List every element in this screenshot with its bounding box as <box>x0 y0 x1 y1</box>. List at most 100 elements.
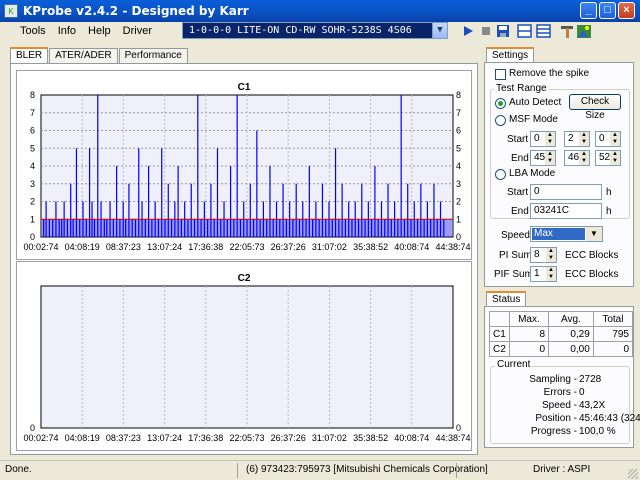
disc-info: (6) 973423:795973 [Mitsubishi Chemicals … <box>246 464 488 475</box>
msf-end-sec[interactable]: 46 ▲ ▼ <box>564 150 590 166</box>
x-tick-label: 31:07:02 <box>312 433 347 443</box>
tab-bler[interactable]: BLER <box>10 47 49 64</box>
resize-grip[interactable] <box>628 469 638 479</box>
y-tick-label-left: 1 <box>30 214 35 224</box>
lba-start-label: Start <box>507 187 529 198</box>
tab-status[interactable]: Status <box>486 291 527 306</box>
x-tick-label: 44:38:74 <box>435 242 470 252</box>
remove-spike-label: Remove the spike <box>509 68 590 79</box>
table-row: C1 8 0,29 795 <box>489 326 634 342</box>
check-size-button[interactable]: Check Size <box>569 94 621 121</box>
y-tick-label-left: 4 <box>30 161 35 171</box>
y-tick-label-right: 6 <box>456 126 461 136</box>
lba-end-unit: h <box>606 206 612 217</box>
x-tick-label: 40:08:74 <box>394 242 429 252</box>
c2-plot: 0 000:02:74 04:08:19 08:37:23 13:07:24 17:36:… <box>23 285 471 443</box>
status-bar: Done. (6) 973423:795973 [Mitsubishi Chem… <box>0 460 640 480</box>
msf-mode-label: MSF Mode <box>509 114 558 125</box>
minimize-button[interactable]: _ <box>580 2 597 19</box>
lba-end-label: End <box>511 206 529 217</box>
status-text: Done. <box>5 464 32 475</box>
x-tick-label: 04:08:19 <box>65 242 100 252</box>
title-bar: K KProbe v2.4.2 - Designed by Karr _ □ × <box>0 0 640 22</box>
play-icon[interactable] <box>460 23 476 39</box>
pi-sum-stepper[interactable]: 8 ▲ ▼ <box>530 247 557 263</box>
chart-tabs: BLER ATER/ADER Performance <box>10 47 189 64</box>
stop-icon[interactable] <box>478 23 494 39</box>
x-tick-label: 35:38:52 <box>353 433 388 443</box>
lba-start-unit: h <box>606 187 612 198</box>
msf-start-sec[interactable]: 2 ▲ ▼ <box>564 131 590 147</box>
lba-start-input[interactable]: 0 <box>530 184 602 200</box>
x-tick-label: 04:08:19 <box>65 433 100 443</box>
tab-ater-ader[interactable]: ATER/ADER <box>49 48 118 64</box>
remove-spike-checkbox[interactable] <box>495 69 506 80</box>
tab-settings[interactable]: Settings <box>486 47 535 62</box>
x-tick-label: 13:07:24 <box>147 433 182 443</box>
menu-tools[interactable]: Tools <box>20 25 46 37</box>
layout-single-icon[interactable] <box>516 23 532 39</box>
speed-label: Speed <box>501 230 530 241</box>
baseline-errors <box>42 219 452 237</box>
x-tick-label: 44:38:74 <box>435 433 470 443</box>
status-header-blank <box>489 311 510 327</box>
pif-ecc-blocks-label: ECC Blocks <box>565 269 619 280</box>
y-tick-label-left: 0 <box>30 232 35 242</box>
x-tick-label: 31:07:02 <box>312 242 347 252</box>
x-tick-label: 40:08:74 <box>394 433 429 443</box>
c1-chart-title: C1 <box>237 82 251 93</box>
msf-end-min[interactable]: 45 ▲ ▼ <box>530 150 556 166</box>
msf-start-frame[interactable]: 0 ▲ ▼ <box>595 131 621 147</box>
msf-mode-radio[interactable] <box>495 115 506 126</box>
chevron-down-icon[interactable]: ▼ <box>586 227 602 241</box>
menu-help[interactable]: Help <box>88 25 111 37</box>
tab-performance[interactable]: Performance <box>118 48 188 64</box>
y-tick-label-left: 7 <box>30 108 35 118</box>
c2-chart: C2 0 0 00:02:74 04:08:19 08:37:23 13:07:24 17:… <box>16 261 472 451</box>
x-tick-label: 26:37:26 <box>271 242 306 252</box>
y-tick-label-left: 5 <box>30 143 35 153</box>
y-tick-label-right: 1 <box>456 214 461 224</box>
y-tick-label-right: 7 <box>456 108 461 118</box>
lba-mode-radio[interactable] <box>495 169 506 180</box>
window-title: KProbe v2.4.2 - Designed by Karr <box>23 4 249 18</box>
device-select[interactable]: 1-0-0-0 LITE-ON CD-RW SOHR-5238S 4S06 ▼ <box>182 22 448 39</box>
row-label: C2 <box>489 341 510 357</box>
status-table: Max. Avg. Total C1 8 0,29 795 C2 0 0,00 … <box>489 311 634 357</box>
close-button[interactable]: × <box>618 2 635 19</box>
msf-start-min[interactable]: 0 ▲ ▼ <box>530 131 556 147</box>
lba-mode-label: LBA Mode <box>509 168 556 179</box>
auto-detect-radio[interactable] <box>495 98 506 109</box>
save-icon[interactable] <box>495 23 511 39</box>
speed-select-value: Max <box>532 228 585 240</box>
status-divider <box>456 463 457 478</box>
row-label: C1 <box>489 326 510 342</box>
status-table-header: Max. Avg. Total <box>489 311 634 327</box>
menu-driver[interactable]: Driver <box>123 25 152 37</box>
pif-sum-stepper[interactable]: 1 ▲ ▼ <box>530 266 557 282</box>
c2-chart-title: C2 <box>237 273 251 284</box>
image-icon[interactable] <box>576 23 592 39</box>
y-tick-label-left: 0 <box>30 423 35 433</box>
menu-info[interactable]: Info <box>58 25 76 37</box>
table-row: C2 0 0,00 0 <box>489 341 634 357</box>
maximize-button[interactable]: □ <box>599 2 616 19</box>
x-tick-label: 22:05:73 <box>229 433 264 443</box>
device-select-value: 1-0-0-0 LITE-ON CD-RW SOHR-5238S 4S06 <box>189 25 412 36</box>
pi-ecc-blocks-label: ECC Blocks <box>565 250 619 261</box>
x-tick-label: 08:37:23 <box>106 242 141 252</box>
cell-avg: 0,00 <box>548 341 594 357</box>
lba-end-input[interactable]: 03241C <box>530 203 602 219</box>
y-tick-label-right: 2 <box>456 197 461 207</box>
msf-end-label: End <box>511 153 529 164</box>
y-tick-label-left: 3 <box>30 179 35 189</box>
bler-panel: C1 0 0 1 1 2 2 3 3 4 4 5 5 6 6 7 7 8 8 00:02:74 04:08:19 08:… <box>10 63 478 455</box>
cell-avg: 0,29 <box>548 326 594 342</box>
chevron-down-icon[interactable]: ▼ <box>432 23 447 38</box>
msf-end-frame[interactable]: 52 ▲ ▼ <box>595 150 621 166</box>
pi-sum-label: PI Sum <box>499 250 532 261</box>
speed-select[interactable]: Max ▼ <box>530 226 603 242</box>
c1-chart: C1 0 0 1 1 2 2 3 3 4 4 5 5 6 6 7 7 8 8 00:02:74 04:08:19 08:… <box>16 70 472 260</box>
layout-split-icon[interactable] <box>535 23 551 39</box>
settings-tools-icon[interactable] <box>559 23 575 39</box>
